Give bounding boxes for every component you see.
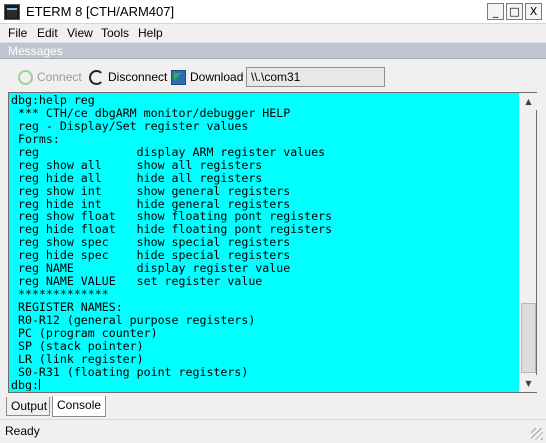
scrollbar-thumb[interactable] xyxy=(521,303,536,373)
window-title: ETERM 8 [CTH/ARM407] xyxy=(26,4,175,19)
close-button[interactable]: X xyxy=(525,3,542,20)
console-line: reg show all show all registers xyxy=(11,157,263,172)
console-line: reg show int show general registers xyxy=(11,183,291,198)
connect-button[interactable]: Connect xyxy=(18,68,82,86)
disconnect-button[interactable]: Disconnect xyxy=(89,68,167,86)
menu-bar: File Edit View Tools Help xyxy=(0,24,546,42)
status-bar: Ready xyxy=(0,419,546,443)
scroll-down-icon[interactable]: ▼ xyxy=(520,375,537,392)
console-line: dbg:help reg xyxy=(11,94,95,107)
window-controls: _ □ X xyxy=(487,3,542,20)
prompt-text: dbg: xyxy=(11,377,39,391)
download-label: Download xyxy=(190,70,244,84)
refresh-icon xyxy=(89,69,104,85)
download-button[interactable]: Download xyxy=(171,68,243,86)
console-line: reg hide all hide all registers xyxy=(11,170,263,185)
minimize-button[interactable]: _ xyxy=(487,3,504,20)
terminal-app-icon xyxy=(4,4,20,20)
console-line: REGISTER NAMES: xyxy=(11,300,123,314)
connect-label: Connect xyxy=(37,70,82,84)
resize-grip-icon[interactable] xyxy=(531,428,543,440)
vertical-scrollbar[interactable]: ▲ ▼ xyxy=(519,93,537,392)
menu-help[interactable]: Help xyxy=(138,26,163,40)
status-text: Ready xyxy=(5,424,40,438)
console-line: reg - Display/Set register values xyxy=(11,118,249,133)
maximize-button[interactable]: □ xyxy=(506,3,523,20)
console-prompt[interactable]: dbg: xyxy=(11,377,517,391)
console-line: PC (program counter) xyxy=(11,325,158,340)
panel-title: Messages xyxy=(8,44,63,58)
tab-output[interactable]: Output xyxy=(6,397,50,416)
console-line: S0-R31 (floating point registers) xyxy=(11,364,249,379)
console-output[interactable]: dbg:help reg *** CTH/ce dbgARM monitor/d… xyxy=(11,94,517,391)
console-area[interactable]: dbg:help reg *** CTH/ce dbgARM monitor/d… xyxy=(8,92,537,393)
text-cursor xyxy=(38,378,40,390)
console-line: R0-R12 (general purpose registers) xyxy=(11,312,256,327)
console-line: reg display ARM register values xyxy=(11,144,326,159)
console-line: *** CTH/ce dbgARM monitor/debugger HELP xyxy=(11,105,291,120)
title-bar: ETERM 8 [CTH/ARM407] _ □ X xyxy=(0,0,546,24)
console-line: Forms: xyxy=(11,131,60,146)
scroll-up-icon[interactable]: ▲ xyxy=(520,93,537,110)
console-line: SP (stack pointer) xyxy=(11,338,144,353)
menu-view[interactable]: View xyxy=(67,26,93,40)
tab-console[interactable]: Console xyxy=(52,396,106,417)
download-icon xyxy=(171,69,186,85)
messages-panel-header: Messages ⧉ × xyxy=(0,42,546,59)
menu-edit[interactable]: Edit xyxy=(37,26,58,40)
connect-icon xyxy=(18,69,33,85)
menu-tools[interactable]: Tools xyxy=(101,26,129,40)
console-line: LR (link register) xyxy=(11,351,144,366)
menu-file[interactable]: File xyxy=(8,26,27,40)
disconnect-label: Disconnect xyxy=(108,70,168,84)
port-field[interactable]: \\.\com31 xyxy=(246,67,385,87)
